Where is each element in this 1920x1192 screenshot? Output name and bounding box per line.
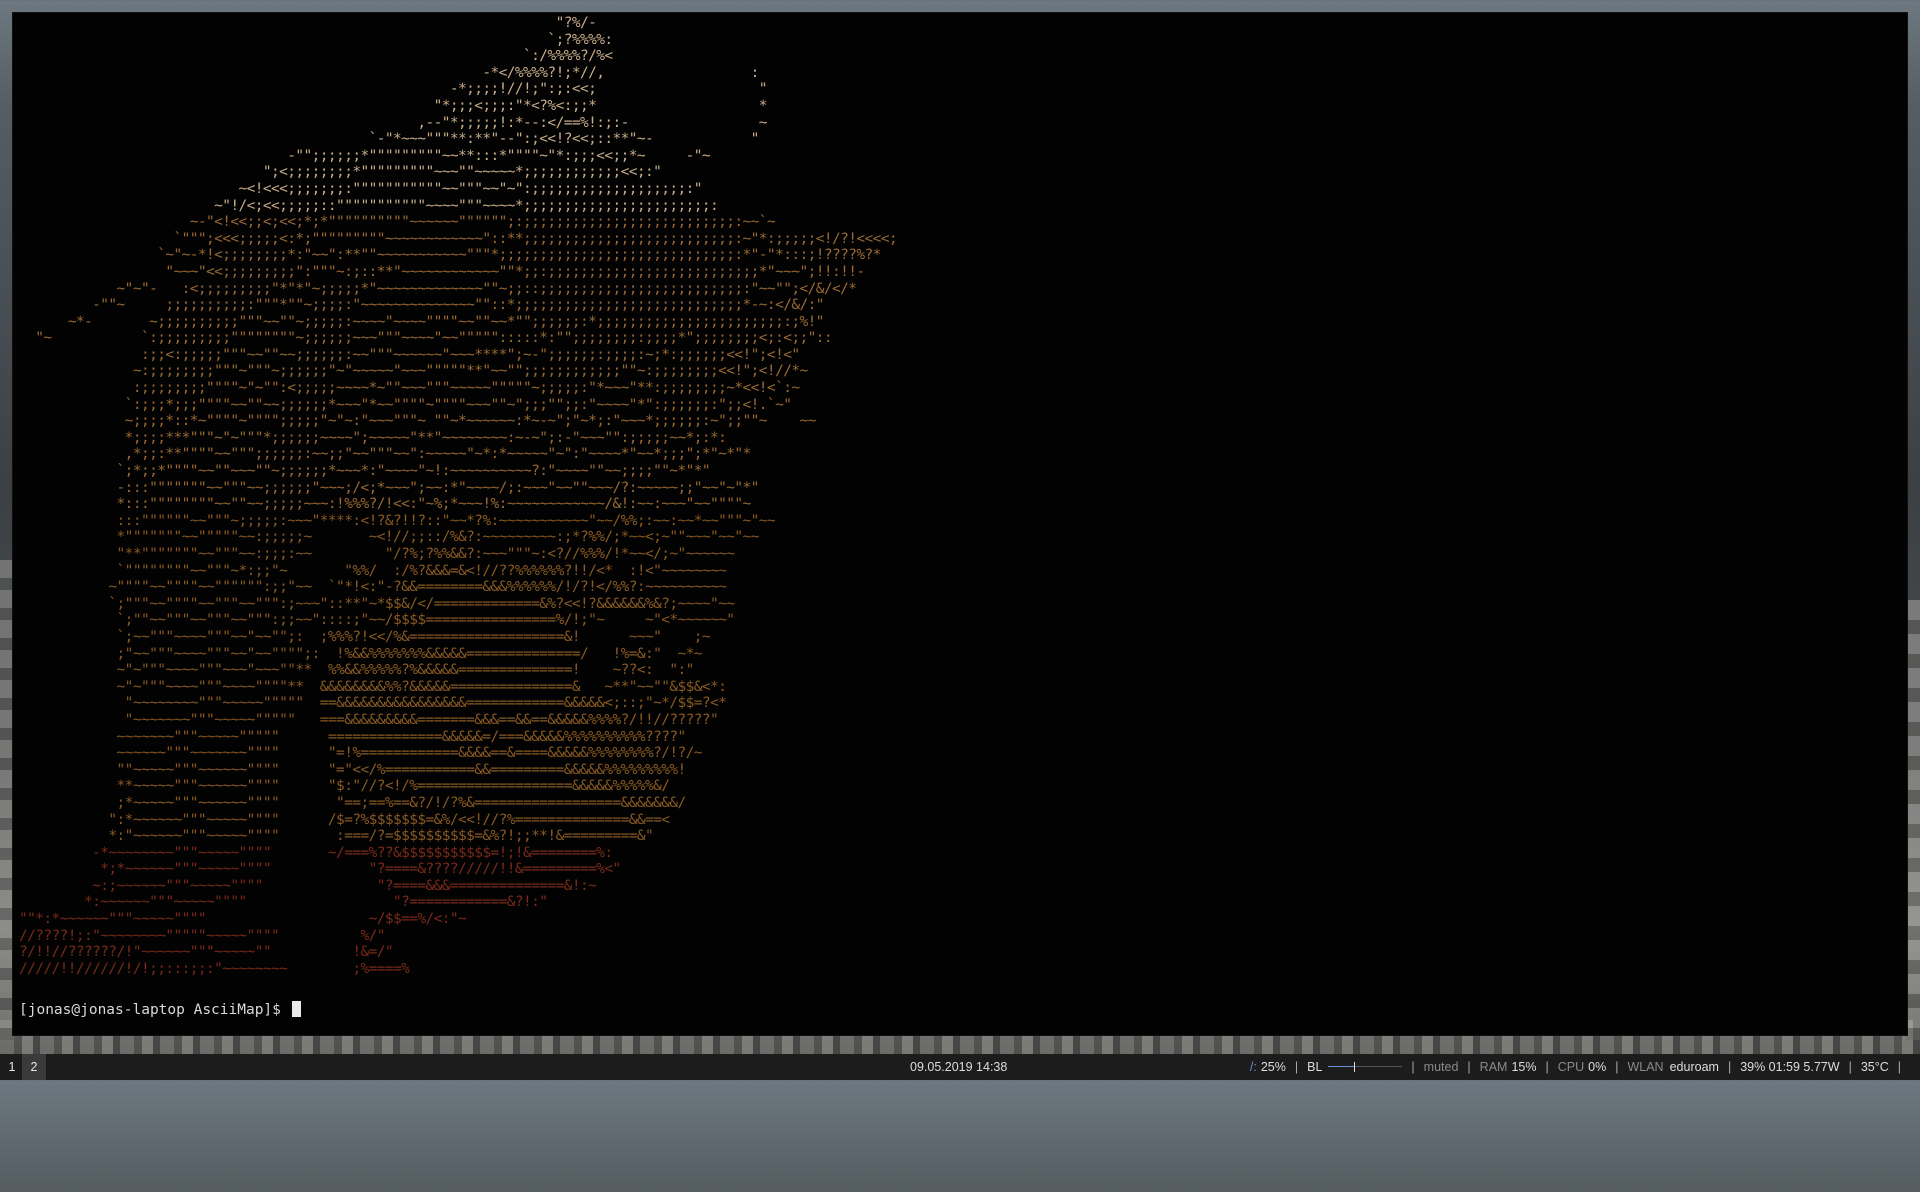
ascii-art-row: `~"~-*!<;;;;;;;;*:"~~":**""~~~~~~~~~~~""… <box>19 247 881 264</box>
separator: | <box>1897 1060 1901 1074</box>
status-indicators: /: 25% | BL | muted | RAM 15% | CPU 0% |… <box>1250 1054 1910 1080</box>
ram-usage: 15% <box>1511 1060 1537 1074</box>
ascii-art-row: ":*~~~~~~"""~~~~~"""" /$=?%$$$$$$$=&%/<<… <box>19 811 670 828</box>
ascii-art-row: ""*:*~~~~~~"""~~~~~"""" ~/$$==%/<:"~ <box>19 911 467 928</box>
backlight-track <box>1328 1066 1355 1067</box>
ascii-art-row: ~"~"""~~~~"""~~~"~~~""** %%&&%%%%%?%&&&&… <box>19 662 695 679</box>
volume-status: muted <box>1423 1060 1459 1074</box>
workspace-1-button[interactable]: 1 <box>0 1054 24 1080</box>
ascii-art-row: /////!!//////!/!;;:::;;:"~~~~~~~~ ;%====… <box>19 960 410 977</box>
ascii-art-row: ~;;;;*::*~""""~"""";;;;;"~"~:"~~~"""~ ""… <box>19 413 817 430</box>
ascii-art-row: ;*~~~~~"""~~~~~~"""" "==;==%==&?/!/?%&==… <box>19 794 687 811</box>
ascii-art-row: `-"*~~~"""**:**"--":;<<!?<<;::**"~- " <box>19 131 760 148</box>
ascii-art-row: "~ `:;;;;;;;;;""""""""~;;;;;;~~~"""~~~~"… <box>19 330 832 347</box>
ascii-art-output: "?%/- `;?%%%%: `:/%%%%?/%< -*</%%%%?!;*/… <box>19 15 898 977</box>
ascii-art-row: :;;;;;;;;""""~"~"":<;;;;;~~~~*~""~~~"""~… <box>19 380 800 397</box>
ascii-art-row: `:/%%%%?/%< <box>19 48 613 65</box>
ascii-art-row: *;*~~~~~~"""~~~~~"""" "?====&????/////!!… <box>19 861 621 878</box>
ram-label: RAM <box>1479 1060 1508 1074</box>
ascii-art-row: ~"~"""~~~~"""~~~~""""** &&&&&&&&%%?&&&&&… <box>19 678 727 695</box>
ascii-art-row: -"";;;;;;*"""""""""~~**:::*""""~"*:;;;<<… <box>19 147 711 164</box>
ascii-art-row: ""~~~~~"""~~~~~~"""" "="<</%===========&… <box>19 761 687 778</box>
ascii-art-row: ~""""~~""""~~"""""":;;"~~ `"*!<:"-?&&===… <box>19 579 727 596</box>
ascii-art-row: ~:;~~~~~~"""~~~~~"""" "?====&&&=========… <box>19 877 597 894</box>
wlan-label: WLAN <box>1627 1060 1664 1074</box>
ascii-art-row: *;;;;***"""~"~"""*;;;;;;~~~~";~~~~~"**"~… <box>19 429 727 446</box>
status-bar: 1 2 09.05.2019 14:38 /: 25% | BL | muted… <box>0 1054 1920 1080</box>
ascii-art-row: `;"""~~""""~~"""~~""":;~~~"::**"~*$$&/</… <box>19 595 735 612</box>
ascii-art-row: *:::""""""""~~""~~;;;;;~~~:!%%%?/!<<:"~%… <box>19 496 752 513</box>
separator: | <box>1411 1060 1415 1074</box>
text-cursor <box>291 1001 301 1017</box>
ascii-art-row: `;*;;*""""~~""~~~""~;;;;;;*~~~*:"~~~~"~!… <box>19 463 711 480</box>
ascii-art-row: "~~~~~~~~"""~~~~~""""" ==&&&&&&&&&&&&&&&… <box>19 695 727 712</box>
ascii-art-row: -*;;;;!//!;":;:<<; " <box>19 81 768 98</box>
ascii-art-row: `:;;;*;;;""""~~""~~;;;;;;*~~~"*~~""""~""… <box>19 396 792 413</box>
separator: | <box>1467 1060 1471 1074</box>
ascii-art-row: `;?%%%%: <box>19 31 613 48</box>
backlight-knob[interactable] <box>1354 1062 1356 1072</box>
ascii-art-row: ~<!<<<;;;;;;;:"""""""""""~~"""~~"~":;;;;… <box>19 180 703 197</box>
separator: | <box>1848 1060 1852 1074</box>
ascii-art-row: :;;<:;;;;;"""~~""~~;;;;;;:~~"""~~~~~~"~~… <box>19 346 800 363</box>
cpu-usage: 0% <box>1588 1060 1607 1074</box>
wlan-network: eduroam <box>1669 1060 1719 1074</box>
ascii-art-row: ~"~"- :<;;;;;;;;;"*"*"~;;;;;*"~~~~~~~~~~… <box>19 280 857 297</box>
separator: | <box>1294 1060 1299 1074</box>
ascii-art-row: `;""~~"""~~"""~~""":;;~~"::::;"~~/$$$$==… <box>19 612 735 629</box>
ascii-art-row: **~~~~~"""~~~~~~"""" "$:"//?<!/%========… <box>19 778 670 795</box>
ascii-art-row: ?/!!//??????/!"~~~~~~"""~~~~~"" !&=/" <box>19 944 394 961</box>
ascii-art-row: "*;;;<;;;:"*<?%<:;;* * <box>19 97 768 114</box>
disk-usage: 25% <box>1260 1060 1286 1074</box>
ascii-art-row: ;"~~"""~~~~"""~~"~~"""";: !%&&%%%%%%%&&&… <box>19 645 703 662</box>
ascii-art-row: "~~~"<<;;;;;;;;;":"""~:;::**"~~~~~~~~~~~… <box>19 263 865 280</box>
temperature: 35°C <box>1860 1060 1889 1074</box>
battery-status: 39% 01:59 5.77W <box>1740 1060 1840 1074</box>
ascii-art-row: "**"""""""~~"""~~:;;;:~~ "/?%;?%%&&?:~~~… <box>19 546 735 562</box>
shell-prompt-line[interactable]: [jonas@jonas-laptop AsciiMap]$ <box>19 1001 301 1019</box>
backlight-label: BL <box>1307 1060 1323 1074</box>
ascii-art-row: ,*;;:**""""~~""";;;;;;:~~;;"~~"""~~":~~~… <box>19 446 752 463</box>
ascii-art-row: -:::"""""""~~"""~~;;;;;;"~~~;/<;*~~~";~~… <box>19 479 760 496</box>
ascii-art-row: ";<;;;;;;;;*"""""""""~~~""~~~~~*;;;;;;;;… <box>19 164 662 181</box>
terminal-window[interactable]: "?%/- `;?%%%%: `:/%%%%?/%< -*</%%%%?!;*/… <box>13 13 1907 1035</box>
ascii-art-row: ~"!/<;<<;;;;;::"""""""""""~~~~"""~~~~*;;… <box>19 197 719 214</box>
ascii-art-row: "?%/- <box>19 15 597 31</box>
ascii-art-row: ~~~~~~"""~~~~~~~"""" "=!%============&&&… <box>19 745 703 762</box>
ascii-art-row: ~:;;;;;;;;"""~"""~;;;;;;"~"~~~~~"~~~""""… <box>19 363 808 380</box>
ascii-art-row: -*</%%%%?!;*//, : <box>19 64 759 81</box>
ascii-art-row: `""""""""~~"""~*:;;"~ "%%/ :/%?&&&=&<!//… <box>19 562 727 579</box>
shell-prompt: [jonas@jonas-laptop AsciiMap]$ <box>19 1002 290 1018</box>
ascii-art-row: *"""""""~~"""""~~:;;;;;~ ~<!//;;::/%&?:~… <box>19 529 760 546</box>
ascii-art-row: "~~~~~~~"""~~~~~""""" ===&&&&&&&&&======… <box>19 711 719 728</box>
backlight-track-rest <box>1354 1066 1403 1067</box>
separator: | <box>1545 1060 1549 1074</box>
wallpaper-right-rocks <box>1906 600 1920 1040</box>
separator: | <box>1727 1060 1732 1074</box>
ascii-art-row: *:"~~~~~~"""~~~~~"""" :===/?=$$$$$$$$$$=… <box>19 828 654 845</box>
ascii-art-row: -*~~~~~~~~"""~~~~~"""" ~/===%??&$$$$$$$$… <box>19 844 613 861</box>
cpu-label: CPU <box>1557 1060 1585 1074</box>
ascii-art-row: ~~~~~~~"""~~~~~""""" ==============&&&&&… <box>19 728 687 745</box>
ascii-art-row: `""";<<<;;;;;<:*;"""""""""~~~~~~~~~~~~":… <box>19 230 898 247</box>
ascii-art-row: `;~~"""~~~~"""~~"~~"";: ;%%%?!<</%&=====… <box>19 628 711 645</box>
workspace-2-button[interactable]: 2 <box>22 1054 46 1080</box>
separator: | <box>1615 1060 1619 1074</box>
ascii-art-row: //????!;:"~~~~~~~~"""""~~~~~"""" %/" <box>19 927 385 944</box>
disk-label: /: <box>1249 1060 1257 1074</box>
ascii-art-row: -""~ ;;;;;;;;;;:"""*""~;;;;:"~~~~~~~~~~~… <box>19 297 824 314</box>
status-datetime: 09.05.2019 14:38 <box>910 1060 1008 1074</box>
ascii-art-row: ~*- ~;;;;;;;;;;"""~~""~;;;;;:~~~~"~~~~""… <box>19 313 825 330</box>
ascii-art-row: ~-"<!<<;;<;<<;*;*""""""""""~~~~~~"""""";… <box>19 214 776 231</box>
ascii-art-row: :::""""""~~"""~;;;;;:~~~"****:<!?&?!!?::… <box>19 512 776 529</box>
backlight-slider[interactable] <box>1328 1062 1403 1072</box>
ascii-art-row: ,--"*;;;;;!:*--:</==%!:;:- ~ <box>19 114 767 131</box>
ascii-art-row: *:~~~~~~"""~~~~~"""" "?============&?!:" <box>19 894 548 911</box>
